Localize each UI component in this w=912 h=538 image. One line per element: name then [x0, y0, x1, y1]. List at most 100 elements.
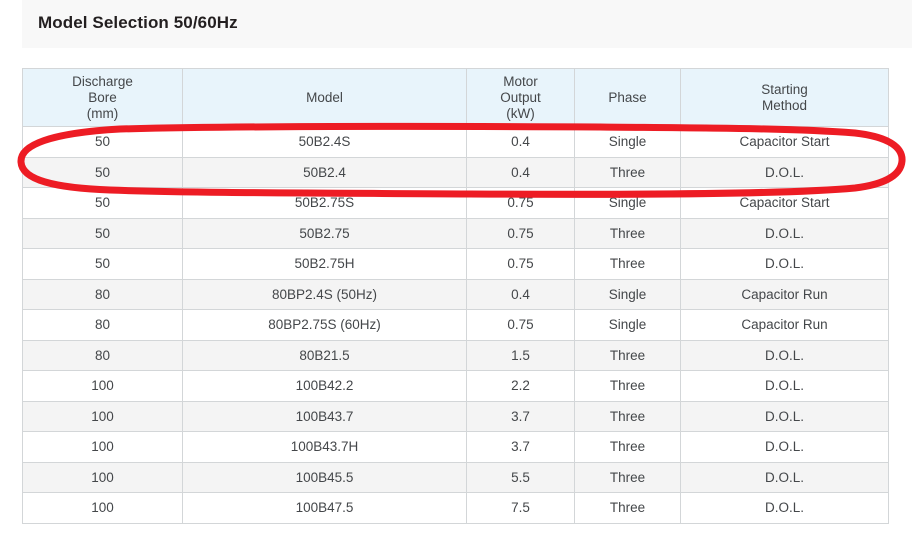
cell-motor-output: 0.4	[466, 278, 575, 310]
cell-phase: Three	[574, 370, 681, 402]
cell-model: 100B42.2	[182, 370, 467, 402]
cell-phase: Three	[574, 217, 681, 249]
cell-phase: Three	[574, 156, 681, 188]
cell-model: 100B43.7H	[182, 431, 467, 463]
cell-starting-method: D.O.L.	[680, 217, 889, 249]
column-header-motor-output: Motor Output (kW)	[466, 68, 575, 127]
cell-model: 80BP2.4S (50Hz)	[182, 278, 467, 310]
cell-starting-method: Capacitor Start	[680, 187, 889, 219]
cell-model: 80BP2.75S (60Hz)	[182, 309, 467, 341]
cell-starting-method: Capacitor Start	[680, 126, 889, 158]
cell-starting-method: D.O.L.	[680, 400, 889, 432]
column-header-line: Phase	[608, 89, 647, 105]
column-header-line: Output	[500, 89, 541, 105]
table-row: 50 50B2.75 0.75 Three D.O.L.	[22, 217, 889, 249]
page-title: Model Selection 50/60Hz	[38, 13, 238, 32]
table-row: 50 50B2.75H 0.75 Three D.O.L.	[22, 248, 889, 280]
cell-discharge-bore: 50	[22, 126, 183, 158]
cell-discharge-bore: 80	[22, 278, 183, 310]
title-banner: Model Selection 50/60Hz	[22, 0, 912, 48]
table-row: 50 50B2.4S 0.4 Single Capacitor Start	[22, 126, 889, 158]
cell-discharge-bore: 50	[22, 187, 183, 219]
cell-phase: Single	[574, 309, 681, 341]
cell-model: 50B2.75	[182, 217, 467, 249]
cell-starting-method: D.O.L.	[680, 370, 889, 402]
table-row: 80 80BP2.4S (50Hz) 0.4 Single Capacitor Run	[22, 278, 889, 310]
cell-motor-output: 0.75	[466, 187, 575, 219]
model-selection-table: Discharge Bore (mm) Model Motor Output (…	[22, 68, 889, 524]
cell-starting-method: D.O.L.	[680, 248, 889, 280]
cell-discharge-bore: 50	[22, 217, 183, 249]
column-header-phase: Phase	[574, 68, 681, 127]
cell-starting-method: Capacitor Run	[680, 309, 889, 341]
column-header-line: (kW)	[506, 105, 535, 121]
cell-starting-method: D.O.L.	[680, 156, 889, 188]
model-selection-table-wrapper: Discharge Bore (mm) Model Motor Output (…	[22, 68, 889, 524]
cell-phase: Single	[574, 278, 681, 310]
table-row: 50 50B2.75S 0.75 Single Capacitor Start	[22, 187, 889, 219]
table-row: 80 80B21.5 1.5 Three D.O.L.	[22, 339, 889, 371]
table-row: 100 100B42.2 2.2 Three D.O.L.	[22, 370, 889, 402]
cell-starting-method: D.O.L.	[680, 431, 889, 463]
cell-motor-output: 3.7	[466, 400, 575, 432]
cell-motor-output: 0.75	[466, 248, 575, 280]
column-header-line: Discharge	[72, 73, 133, 89]
cell-starting-method: D.O.L.	[680, 492, 889, 524]
cell-starting-method: D.O.L.	[680, 339, 889, 371]
cell-starting-method: Capacitor Run	[680, 278, 889, 310]
cell-phase: Three	[574, 461, 681, 493]
table-row: 100 100B45.5 5.5 Three D.O.L.	[22, 461, 889, 493]
cell-model: 100B45.5	[182, 461, 467, 493]
column-header-line: Bore	[88, 89, 117, 105]
table-header: Discharge Bore (mm) Model Motor Output (…	[22, 68, 889, 127]
cell-motor-output: 0.75	[466, 309, 575, 341]
cell-phase: Single	[574, 187, 681, 219]
cell-discharge-bore: 50	[22, 248, 183, 280]
cell-motor-output: 5.5	[466, 461, 575, 493]
table-header-row: Discharge Bore (mm) Model Motor Output (…	[22, 68, 889, 127]
cell-phase: Three	[574, 248, 681, 280]
column-header-discharge-bore: Discharge Bore (mm)	[22, 68, 183, 127]
cell-starting-method: D.O.L.	[680, 461, 889, 493]
cell-motor-output: 0.4	[466, 126, 575, 158]
cell-discharge-bore: 100	[22, 461, 183, 493]
cell-discharge-bore: 100	[22, 492, 183, 524]
cell-model: 50B2.4S	[182, 126, 467, 158]
column-header-line: Starting	[761, 81, 808, 97]
cell-model: 50B2.75S	[182, 187, 467, 219]
page-root: Model Selection 50/60Hz Discharge Bore (…	[0, 0, 912, 538]
cell-phase: Three	[574, 431, 681, 463]
column-header-line: Method	[761, 97, 808, 113]
table-row: 50 50B2.4 0.4 Three D.O.L.	[22, 156, 889, 188]
cell-motor-output: 1.5	[466, 339, 575, 371]
cell-model: 50B2.4	[182, 156, 467, 188]
cell-motor-output: 3.7	[466, 431, 575, 463]
column-header-starting-method: Starting Method	[680, 68, 889, 127]
cell-motor-output: 2.2	[466, 370, 575, 402]
cell-phase: Three	[574, 492, 681, 524]
table-body: 50 50B2.4S 0.4 Single Capacitor Start 50 50B2.…	[22, 126, 889, 524]
cell-model: 50B2.75H	[182, 248, 467, 280]
cell-phase: Three	[574, 339, 681, 371]
cell-discharge-bore: 80	[22, 339, 183, 371]
column-header-line: Model	[306, 89, 343, 105]
cell-motor-output: 0.4	[466, 156, 575, 188]
cell-motor-output: 7.5	[466, 492, 575, 524]
cell-discharge-bore: 100	[22, 370, 183, 402]
column-header-line: (mm)	[86, 105, 119, 121]
cell-discharge-bore: 50	[22, 156, 183, 188]
column-header-model: Model	[182, 68, 467, 127]
cell-discharge-bore: 100	[22, 431, 183, 463]
cell-motor-output: 0.75	[466, 217, 575, 249]
cell-discharge-bore: 80	[22, 309, 183, 341]
cell-phase: Single	[574, 126, 681, 158]
cell-model: 80B21.5	[182, 339, 467, 371]
table-row: 100 100B43.7 3.7 Three D.O.L.	[22, 400, 889, 432]
cell-model: 100B47.5	[182, 492, 467, 524]
cell-model: 100B43.7	[182, 400, 467, 432]
cell-phase: Three	[574, 400, 681, 432]
table-row: 100 100B47.5 7.5 Three D.O.L.	[22, 492, 889, 524]
table-row: 80 80BP2.75S (60Hz) 0.75 Single Capacitor Ru…	[22, 309, 889, 341]
column-header-line: Motor	[503, 73, 538, 89]
table-row: 100 100B43.7H 3.7 Three D.O.L.	[22, 431, 889, 463]
